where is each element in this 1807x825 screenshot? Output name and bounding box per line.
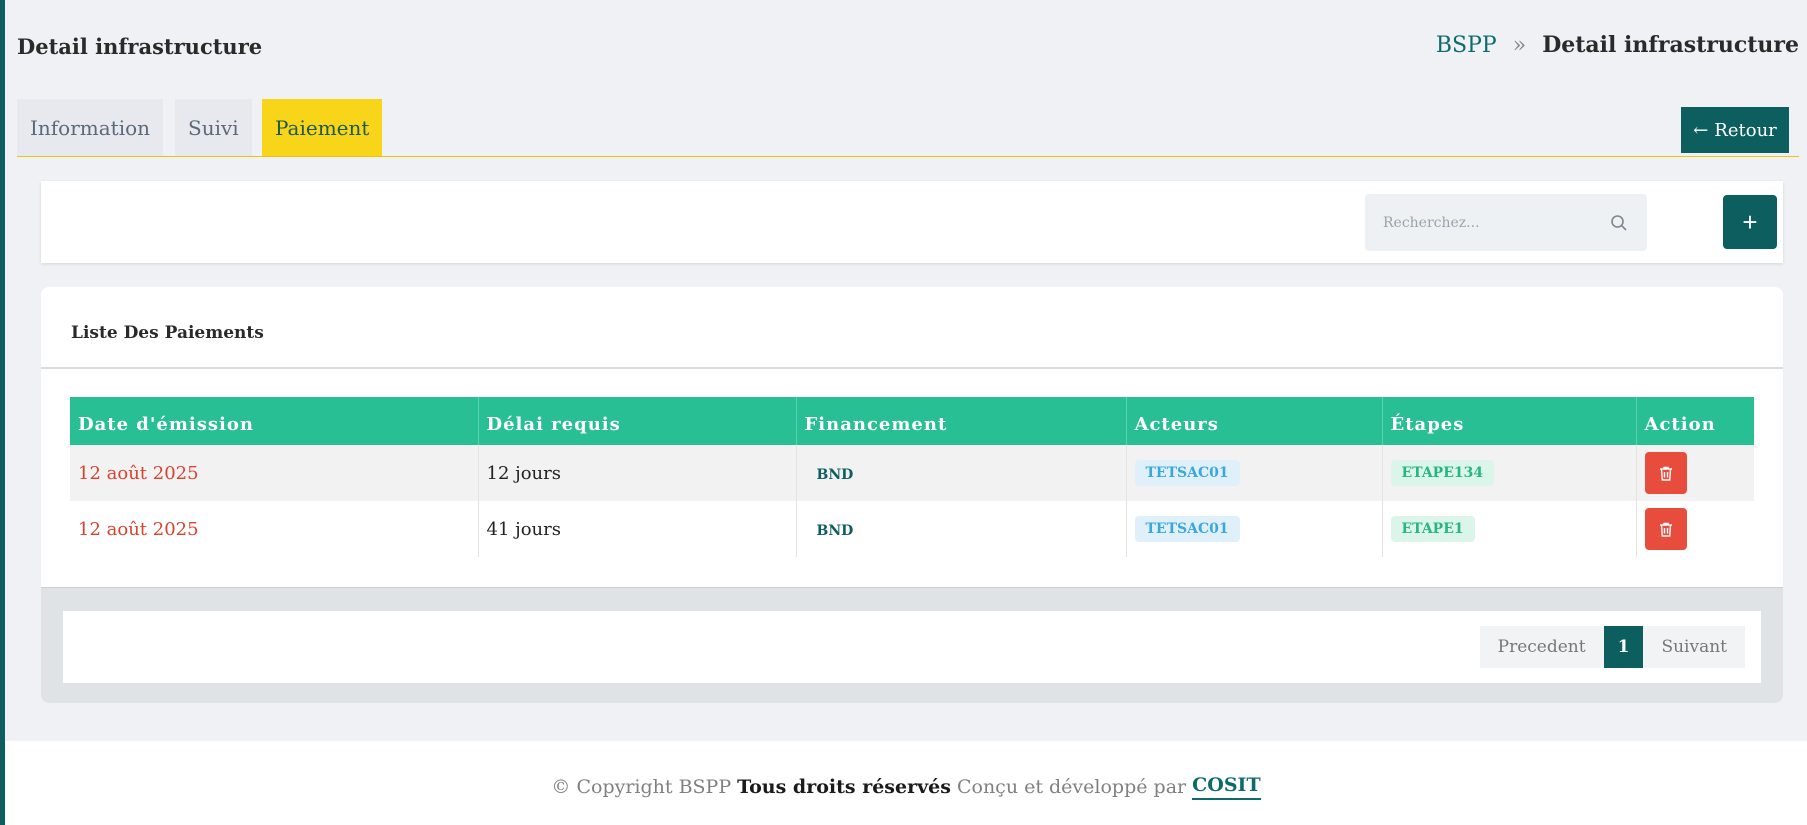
tab-suivi[interactable]: Suivi <box>175 99 252 156</box>
actor-badge: TETSAC01 <box>1134 460 1240 486</box>
payments-list-card: Liste Des Paiements Date d'émission Déla… <box>41 287 1783 703</box>
footer-copyright: © Copyright BSPP <box>551 776 732 798</box>
pagination-next-button[interactable]: Suivant <box>1643 626 1745 668</box>
table-row: 12 août 2025 12 jours BND TETSAC01 ETAPE… <box>70 445 1754 501</box>
cell-etape: ETAPE1 <box>1382 501 1637 557</box>
pagination-prev-button[interactable]: Precedent <box>1479 626 1604 668</box>
search-icon[interactable] <box>1609 213 1629 233</box>
breadcrumb-root-link[interactable]: BSPP <box>1436 33 1497 58</box>
tab-information[interactable]: Information <box>17 99 164 156</box>
payments-table: Date d'émission Délai requis Financement… <box>70 397 1754 557</box>
breadcrumb: BSPP » Detail infrastructure <box>1436 32 1799 58</box>
cell-financement: BND <box>796 445 1127 501</box>
footer-designed-by: Conçu et développé par <box>956 776 1187 798</box>
page-title: Detail infrastructure <box>17 34 263 59</box>
cell-etape: ETAPE134 <box>1382 445 1637 501</box>
tab-bar: Information Suivi Paiement <box>17 99 1799 157</box>
tab-paiement[interactable]: Paiement <box>262 99 383 156</box>
cell-acteur: TETSAC01 <box>1126 445 1383 501</box>
column-header-date[interactable]: Date d'émission <box>70 397 479 445</box>
page-header: Detail infrastructure BSPP » Detail infr… <box>5 0 1807 95</box>
toolbar-card: + <box>41 181 1783 263</box>
column-header-delai[interactable]: Délai requis <box>478 397 797 445</box>
actor-badge: TETSAC01 <box>1134 516 1240 542</box>
cell-financement: BND <box>796 501 1127 557</box>
add-payment-button[interactable]: + <box>1723 195 1777 249</box>
footer-rights: Tous droits réservés <box>737 776 951 798</box>
footer-brand-link[interactable]: COSIT <box>1192 774 1261 800</box>
column-header-action: Action <box>1636 397 1754 445</box>
pagination: Precedent 1 Suivant <box>1479 626 1745 668</box>
retour-label: Retour <box>1714 119 1777 141</box>
retour-button[interactable]: ← Retour <box>1681 107 1789 153</box>
column-header-etapes[interactable]: Étapes <box>1382 397 1637 445</box>
cell-date: 12 août 2025 <box>70 445 479 501</box>
list-title: Liste Des Paiements <box>71 323 264 343</box>
table-row: 12 août 2025 41 jours BND TETSAC01 ETAPE… <box>70 501 1754 557</box>
pagination-area: Precedent 1 Suivant <box>41 587 1783 703</box>
column-header-financement[interactable]: Financement <box>796 397 1127 445</box>
delete-button[interactable] <box>1644 452 1687 494</box>
cell-delai: 12 jours <box>478 445 797 501</box>
cell-date: 12 août 2025 <box>70 501 479 557</box>
pagination-card: Precedent 1 Suivant <box>63 611 1761 683</box>
cell-delai: 41 jours <box>478 501 797 557</box>
delete-button[interactable] <box>1644 508 1687 550</box>
divider <box>41 367 1783 369</box>
cell-action <box>1636 501 1754 557</box>
footer: © Copyright BSPP Tous droits réservés Co… <box>5 741 1807 825</box>
cell-acteur: TETSAC01 <box>1126 501 1383 557</box>
trash-icon <box>1659 466 1672 481</box>
pagination-page-button[interactable]: 1 <box>1603 626 1644 668</box>
breadcrumb-current: Detail infrastructure <box>1542 32 1799 58</box>
step-badge: ETAPE134 <box>1390 460 1495 486</box>
double-chevron-right-icon: » <box>1512 32 1527 58</box>
search-box <box>1365 194 1647 251</box>
step-badge: ETAPE1 <box>1390 516 1475 542</box>
search-input[interactable] <box>1383 214 1609 231</box>
arrow-left-icon: ← <box>1693 119 1709 141</box>
trash-icon <box>1659 522 1672 537</box>
table-header-row: Date d'émission Délai requis Financement… <box>70 397 1754 445</box>
cell-action <box>1636 445 1754 501</box>
financement-label: BND <box>816 466 854 483</box>
financement-label: BND <box>816 522 854 539</box>
column-header-acteurs[interactable]: Acteurs <box>1126 397 1383 445</box>
